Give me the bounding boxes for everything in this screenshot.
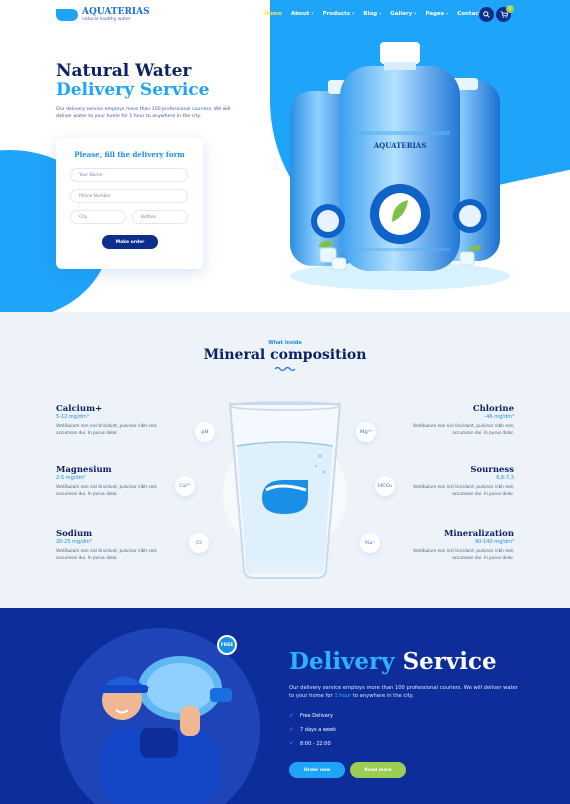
delivery-title-a: Delivery [289, 648, 395, 675]
menu-item-pages[interactable]: Pages › [425, 11, 448, 17]
top-nav: AQUATERIAS natural healthy water Home Ab… [0, 0, 570, 30]
cart-icon [500, 11, 508, 18]
delivery-section: FREE Delivery Service Our delivery servi… [0, 608, 570, 804]
hero-section: AQUATERIAS natural healthy water Home Ab… [0, 0, 570, 312]
delivery-title-b: Service [402, 648, 497, 675]
delivery-title: Delivery Service [289, 648, 497, 675]
mineral-section: What inside Mineral composition Calcium+… [0, 312, 570, 608]
hero-title-line1: Natural Water [56, 61, 192, 81]
hero-title-line2: Delivery Service [56, 80, 210, 100]
water-bottles-image: AQUATERIAS [290, 42, 510, 290]
hero-title: Natural Water Delivery Service [56, 62, 209, 100]
delivery-desc-highlight: 1 hour [334, 693, 352, 699]
mineral-desc: Vestibulum non nisi tincidunt, pulvinar … [412, 548, 514, 560]
mineral-name: Sodium [56, 529, 93, 539]
mineral-sourness: Sourness 6,6-7,3 Vestibulum non nisi tin… [394, 465, 514, 497]
mineral-desc: Vestibulum non nisi tincidunt, pulvinar … [56, 423, 158, 435]
feature-label: 7 days a week [300, 726, 336, 733]
logo-tagline: natural healthy water [82, 17, 131, 22]
feature-item: ✓ 8:00 - 22:00 [289, 740, 331, 747]
free-badge: FREE [217, 635, 237, 655]
delivery-desc-post: to anywhere in the city. [352, 693, 414, 699]
chem-hco3: HCO₃ [375, 476, 395, 496]
mineral-value: 2-5 mg/dm³ [56, 475, 86, 481]
mineral-mineralization: Mineralization 90-140 mg/dm³ Vestibulum … [394, 529, 514, 561]
water-glass-image [223, 401, 347, 579]
bottle-label-text: AQUATERIAS [373, 141, 427, 150]
form-title: Please, fill the delivery form [74, 150, 185, 159]
chem-ph: pH [195, 422, 215, 442]
mineral-desc: Vestibulum non nisi tincidunt, pulvinar … [56, 548, 158, 560]
mineral-value: 5-12 mg/dm³ [56, 414, 89, 420]
menu-item-products[interactable]: Products › [323, 11, 355, 17]
order-now-button[interactable]: Order now [289, 762, 345, 778]
hero-description: Our delivery service employs more than 1… [56, 107, 231, 119]
mineral-name: Calcium+ [56, 404, 103, 414]
chem-ca: Ca²⁺ [175, 476, 195, 496]
phone-field[interactable]: Phone Number [70, 189, 188, 203]
feature-label: Free Delivery [300, 712, 333, 719]
cart-count-badge: 0 [506, 5, 514, 13]
mineral-value: -46 mg/dm³ [484, 414, 514, 420]
mineral-desc: Vestibulum non nisi tincidunt, pulvinar … [56, 484, 158, 496]
read-more-button[interactable]: Read more [350, 762, 406, 778]
mineral-value: 20-25 mg/dm³ [56, 539, 92, 545]
feature-label: 8:00 - 22:00 [300, 740, 331, 747]
mineral-name: Sourness [470, 465, 514, 475]
check-icon: ✓ [289, 712, 295, 719]
mineral-name: Magnesium [56, 465, 112, 475]
wave-divider-icon [274, 366, 296, 372]
logo-icon [56, 8, 78, 21]
menu-item-about[interactable]: About › [291, 11, 314, 17]
section-kicker: What inside [268, 340, 302, 346]
menu-item-gallery[interactable]: Gallery › [390, 11, 416, 17]
mineral-calcium: Calcium+ 5-12 mg/dm³ Vestibulum non nisi… [56, 404, 176, 436]
feature-item: ✓ Free Delivery [289, 712, 333, 719]
mineral-magnesium: Magnesium 2-5 mg/dm³ Vestibulum non nisi… [56, 465, 176, 497]
mineral-name: Mineralization [443, 529, 514, 539]
mineral-sodium: Sodium 20-25 mg/dm³ Vestibulum non nisi … [56, 529, 176, 561]
logo-name: AQUATERIAS [82, 7, 150, 17]
search-icon [483, 11, 490, 18]
menu-item-home[interactable]: Home [264, 11, 282, 17]
delivery-form: Please, fill the delivery form Your Name… [56, 138, 203, 269]
mineral-desc: Vestibulum non nisi tincidunt, pulvinar … [412, 484, 514, 496]
mineral-value: 90-140 mg/dm³ [474, 539, 514, 545]
menu-item-blog[interactable]: Blog › [363, 11, 381, 17]
chem-mg: Mg²⁺ [356, 422, 376, 442]
city-field[interactable]: City [70, 210, 126, 224]
mineral-chlorine: Chlorine -46 mg/dm³ Vestibulum non nisi … [394, 404, 514, 436]
chem-na: Na⁺ [360, 533, 380, 553]
check-icon: ✓ [289, 740, 295, 747]
feature-item: ✓ 7 days a week [289, 726, 336, 733]
search-button[interactable] [479, 7, 494, 22]
mineral-desc: Vestibulum non nisi tincidunt, pulvinar … [412, 423, 514, 435]
mineral-value: 6,6-7,3 [496, 475, 514, 481]
page: AQUATERIAS natural healthy water Home Ab… [0, 0, 570, 804]
chem-cl: Cl [189, 533, 209, 553]
name-field[interactable]: Your Name [70, 168, 188, 182]
bottles-field[interactable]: Bottles [132, 210, 188, 224]
make-order-button[interactable]: Make order [102, 235, 158, 249]
mineral-name: Chlorine [472, 404, 514, 414]
courier-image [98, 656, 232, 804]
section-title: Mineral composition [203, 347, 367, 363]
check-icon: ✓ [289, 726, 295, 733]
delivery-description: Our delivery service employs more than 1… [289, 684, 524, 700]
main-menu: Home About › Products › Blog › Gallery ›… [264, 11, 484, 17]
logo[interactable]: AQUATERIAS natural healthy water [56, 7, 150, 22]
